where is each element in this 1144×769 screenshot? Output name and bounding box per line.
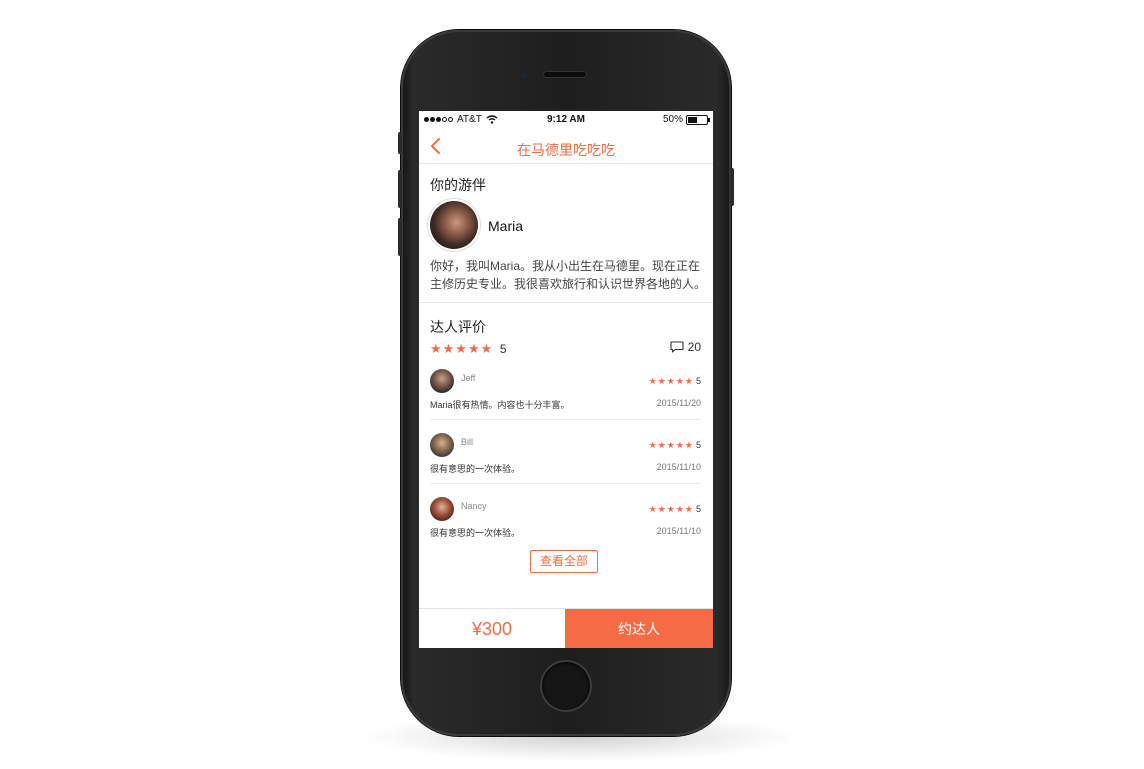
review-rating: ★★★★★ 5 bbox=[649, 440, 701, 451]
view-all-button[interactable]: 查看全部 bbox=[530, 550, 598, 573]
nav-bar: 在马德里吃吃吃 bbox=[419, 128, 713, 164]
rating-summary: ★★★★★ 5 bbox=[430, 341, 507, 357]
earpiece-speaker bbox=[544, 72, 586, 77]
reviewer-name[interactable]: Jeff bbox=[461, 373, 475, 383]
section-divider bbox=[419, 302, 713, 303]
comment-count[interactable]: 20 bbox=[670, 340, 701, 354]
comment-count-value: 20 bbox=[687, 340, 701, 354]
front-camera bbox=[521, 72, 527, 78]
power-button bbox=[730, 168, 734, 206]
review-score: 5 bbox=[695, 440, 701, 450]
reviews-section-title: 达人评价 bbox=[430, 319, 486, 335]
review-stars: ★★★★★ bbox=[648, 376, 694, 386]
battery-fill bbox=[688, 116, 697, 123]
mute-switch bbox=[398, 132, 402, 154]
rating-value: 5 bbox=[499, 342, 507, 356]
guide-avatar[interactable] bbox=[430, 201, 478, 249]
page-title: 在马德里吃吃吃 bbox=[517, 142, 615, 158]
battery-icon bbox=[686, 114, 710, 125]
battery-percent: 50% bbox=[662, 114, 683, 125]
review-item: Bill ★★★★★ 5 很有意思的一次体验。 2015/11/10 bbox=[430, 433, 701, 493]
status-bar: AT&T 9:12 AM 50% bbox=[419, 111, 713, 128]
home-button[interactable] bbox=[542, 662, 590, 710]
review-date: 2015/11/20 bbox=[656, 398, 701, 408]
reviewer-avatar[interactable] bbox=[430, 369, 454, 393]
review-text: 很有意思的一次体验。 bbox=[430, 528, 521, 538]
guide-intro: 你好，我叫Maria。我从小出生在马德里。现在正在主修历史专业。我很喜欢旅行和认… bbox=[430, 259, 707, 291]
review-text: 很有意思的一次体验。 bbox=[430, 464, 521, 474]
rating-stars: ★★★★★ bbox=[430, 341, 494, 356]
volume-up-button bbox=[398, 170, 402, 208]
app-screen: AT&T 9:12 AM 50% 在马德里吃吃吃 你的游伴 Maria 你好，我… bbox=[419, 111, 713, 648]
status-right: 50% bbox=[662, 114, 710, 125]
comment-icon bbox=[670, 341, 684, 353]
reviewer-name[interactable]: Bill bbox=[461, 437, 473, 447]
review-rating: ★★★★★ 5 bbox=[649, 376, 701, 387]
review-text: Maria很有热情。内容也十分丰富。 bbox=[430, 400, 570, 410]
review-score: 5 bbox=[695, 504, 701, 514]
bottom-bar: ¥300 约达人 bbox=[419, 608, 713, 648]
review-stars: ★★★★★ bbox=[648, 440, 694, 450]
review-divider bbox=[430, 483, 701, 484]
reviewer-avatar[interactable] bbox=[430, 497, 454, 521]
review-item: Nancy ★★★★★ 5 很有意思的一次体验。 2015/11/10 bbox=[430, 497, 701, 557]
review-item: Jeff ★★★★★ 5 Maria很有热情。内容也十分丰富。 2015/11/2… bbox=[430, 369, 701, 429]
reviewer-avatar[interactable] bbox=[430, 433, 454, 457]
review-date: 2015/11/10 bbox=[656, 462, 701, 472]
price-label: ¥300 bbox=[471, 619, 513, 639]
review-date: 2015/11/10 bbox=[656, 526, 701, 536]
review-stars: ★★★★★ bbox=[648, 504, 694, 514]
review-divider bbox=[430, 419, 701, 420]
review-rating: ★★★★★ 5 bbox=[649, 504, 701, 515]
guide-name[interactable]: Maria bbox=[488, 218, 523, 234]
guide-section-title: 你的游伴 bbox=[430, 177, 486, 193]
reviewer-name[interactable]: Nancy bbox=[461, 501, 487, 511]
review-score: 5 bbox=[695, 376, 701, 386]
book-guide-button[interactable]: 约达人 bbox=[565, 609, 713, 648]
volume-down-button bbox=[398, 218, 402, 256]
